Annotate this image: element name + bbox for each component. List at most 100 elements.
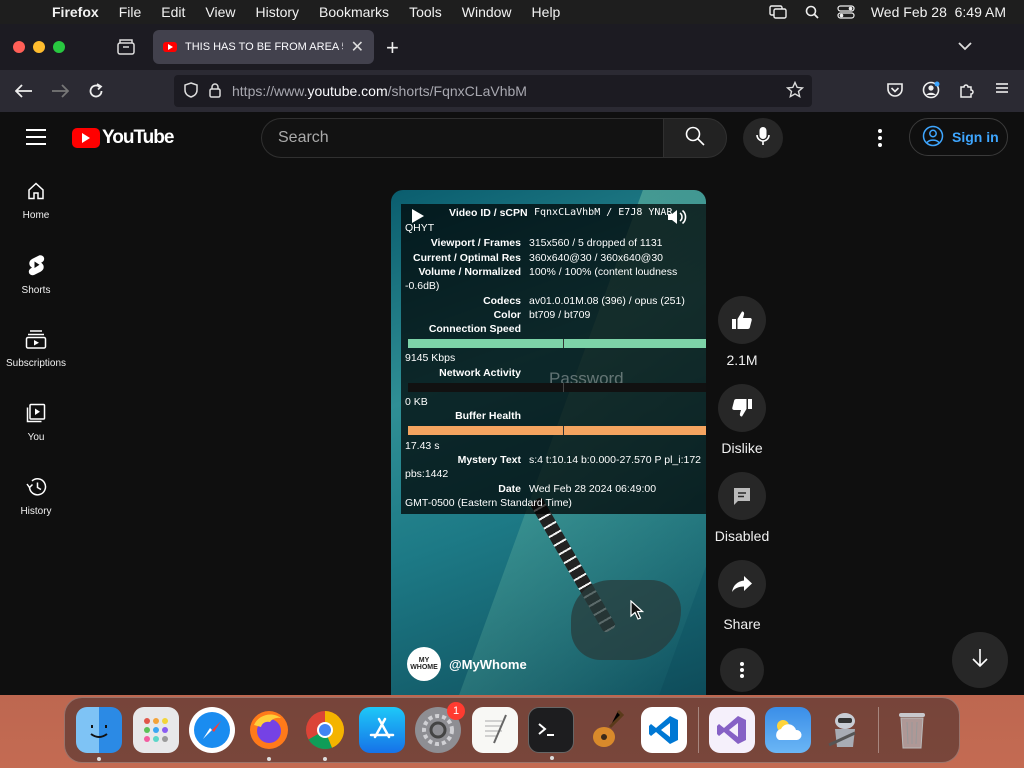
- search-button[interactable]: [663, 118, 727, 158]
- more-actions-button[interactable]: [712, 648, 772, 692]
- guide-menu-icon[interactable]: [26, 129, 46, 145]
- stats-buffer-value: 17.43 s: [405, 440, 440, 452]
- play-icon[interactable]: [411, 208, 425, 229]
- stats-speed-label: Connection Speed: [428, 323, 521, 335]
- list-all-tabs-chevron-icon[interactable]: [958, 38, 972, 56]
- menu-window[interactable]: Window: [452, 4, 522, 20]
- zoom-window-button[interactable]: [53, 41, 65, 53]
- minimize-window-button[interactable]: [33, 41, 45, 53]
- guide-item-history[interactable]: History: [0, 460, 72, 534]
- sign-in-label: Sign in: [952, 129, 999, 145]
- share-button[interactable]: Share: [712, 560, 772, 632]
- bookmark-star-icon[interactable]: [785, 80, 805, 102]
- menu-edit[interactable]: Edit: [151, 4, 195, 20]
- youtube-logo-text: YouTube: [102, 127, 174, 148]
- system-settings-icon[interactable]: 1: [415, 702, 465, 753]
- stats-volume-wrap: -0.6dB): [405, 280, 440, 292]
- new-tab-plus-icon[interactable]: +: [386, 35, 399, 61]
- finder-icon[interactable]: [76, 707, 122, 761]
- menu-app-name[interactable]: Firefox: [52, 4, 109, 20]
- pocket-icon[interactable]: [886, 81, 904, 104]
- forward-arrow-icon[interactable]: [50, 81, 70, 101]
- channel-info: MY WHOME @MyWhome: [407, 647, 527, 681]
- comment-icon: [718, 472, 766, 520]
- close-window-button[interactable]: [13, 41, 25, 53]
- settings-more-icon[interactable]: [870, 126, 890, 150]
- safari-icon[interactable]: [189, 707, 235, 753]
- url-domain: youtube.com: [307, 83, 388, 99]
- stats-viewport-label: Viewport / Frames: [430, 237, 521, 249]
- spotlight-search-icon[interactable]: [803, 5, 821, 19]
- navigation-toolbar: https://www.youtube.com/shorts/FqnxCLaVh…: [0, 70, 1024, 112]
- tab-close-icon[interactable]: ✕: [351, 37, 364, 57]
- more-vertical-icon: [720, 648, 764, 692]
- stats-network-value: 0 KB: [405, 396, 428, 408]
- guide-item-home[interactable]: Home: [0, 164, 72, 238]
- like-button[interactable]: 2.1M: [712, 296, 772, 368]
- control-center-icon[interactable]: [837, 5, 855, 19]
- app-store-icon[interactable]: [358, 707, 405, 753]
- search-input[interactable]: Search: [261, 118, 663, 158]
- guide-item-shorts[interactable]: Shorts: [0, 238, 72, 312]
- next-short-button[interactable]: [952, 632, 1008, 688]
- stats-volume-value: 100% / 100% (content loudness: [529, 266, 678, 278]
- youtube-header: YouTube Search Sign in: [0, 112, 1024, 164]
- app-menu-hamburger-icon[interactable]: [994, 81, 1010, 104]
- shorts-video-player[interactable]: Video ID / sCPN FqnxCLaVhbM / E7J8 YNAR …: [391, 190, 706, 695]
- guide-label-home: Home: [22, 210, 50, 221]
- screen-mirroring-icon[interactable]: [769, 5, 787, 19]
- extensions-puzzle-icon[interactable]: [958, 81, 976, 104]
- channel-handle[interactable]: @MyWhome: [449, 657, 527, 672]
- menu-tools[interactable]: Tools: [399, 4, 452, 20]
- dock-separator-trash: [878, 707, 879, 753]
- menu-view[interactable]: View: [195, 4, 245, 20]
- home-icon: [26, 181, 46, 204]
- stats-res-label: Current / Optimal Res: [413, 252, 521, 264]
- visual-studio-icon[interactable]: [708, 707, 755, 753]
- voice-search-button[interactable]: [743, 118, 783, 158]
- sign-in-button[interactable]: Sign in: [909, 118, 1008, 156]
- firefox-view-icon[interactable]: [116, 38, 136, 56]
- back-arrow-icon[interactable]: [14, 81, 34, 101]
- automator-icon[interactable]: [822, 707, 868, 753]
- firefox-icon[interactable]: [246, 707, 292, 761]
- dock-separator: [697, 707, 699, 753]
- account-icon[interactable]: [922, 81, 940, 104]
- search-placeholder: Search: [278, 129, 329, 146]
- youtube-logo[interactable]: YouTube: [72, 127, 174, 149]
- comments-button[interactable]: Disabled: [712, 472, 772, 544]
- menu-history[interactable]: History: [245, 4, 309, 20]
- arrow-down-icon: [971, 648, 989, 673]
- channel-avatar[interactable]: MY WHOME: [407, 647, 441, 681]
- window-controls: [0, 41, 65, 53]
- guide-item-subscriptions[interactable]: Subscriptions: [0, 312, 72, 386]
- guide-item-you[interactable]: You: [0, 386, 72, 460]
- tracking-protection-shield-icon[interactable]: [184, 81, 198, 101]
- shorts-icon: [26, 254, 46, 279]
- launchpad-icon[interactable]: [132, 707, 179, 753]
- network-activity-bar: [408, 383, 706, 392]
- terminal-icon[interactable]: [528, 707, 574, 760]
- trash-icon[interactable]: [889, 707, 935, 753]
- garageband-icon[interactable]: [585, 707, 631, 753]
- dislike-button[interactable]: Dislike: [712, 384, 772, 456]
- url-text[interactable]: https://www.youtube.com/shorts/FqnxCLaVh…: [232, 83, 527, 99]
- address-bar[interactable]: https://www.youtube.com/shorts/FqnxCLaVh…: [174, 75, 812, 107]
- menu-bookmarks[interactable]: Bookmarks: [309, 4, 399, 20]
- like-count: 2.1M: [726, 352, 758, 368]
- lock-icon[interactable]: [208, 82, 222, 101]
- chrome-icon[interactable]: [302, 707, 348, 761]
- textedit-icon[interactable]: [471, 707, 518, 753]
- reload-icon[interactable]: [86, 81, 106, 101]
- weather-icon[interactable]: [765, 707, 811, 753]
- stats-video-id-value: FqnxCLaVhbM / E7J8 YNAR: [534, 207, 673, 218]
- menu-clock[interactable]: Wed Feb 28 6:49 AM: [871, 4, 1006, 20]
- stats-res-value: 360x640@30 / 360x640@30: [529, 252, 664, 264]
- stats-video-id-label: Video ID / sCPN: [449, 207, 528, 219]
- vscode-icon[interactable]: [641, 707, 687, 753]
- menu-file[interactable]: File: [109, 4, 152, 20]
- menu-help[interactable]: Help: [522, 4, 571, 20]
- youtube-page: YouTube Search Sign in Home Shorts Subsc…: [0, 112, 1024, 695]
- tab-youtube-short[interactable]: THIS HAS TO BE FROM AREA 5 ✕: [153, 30, 374, 64]
- volume-muted-icon[interactable]: [667, 209, 689, 230]
